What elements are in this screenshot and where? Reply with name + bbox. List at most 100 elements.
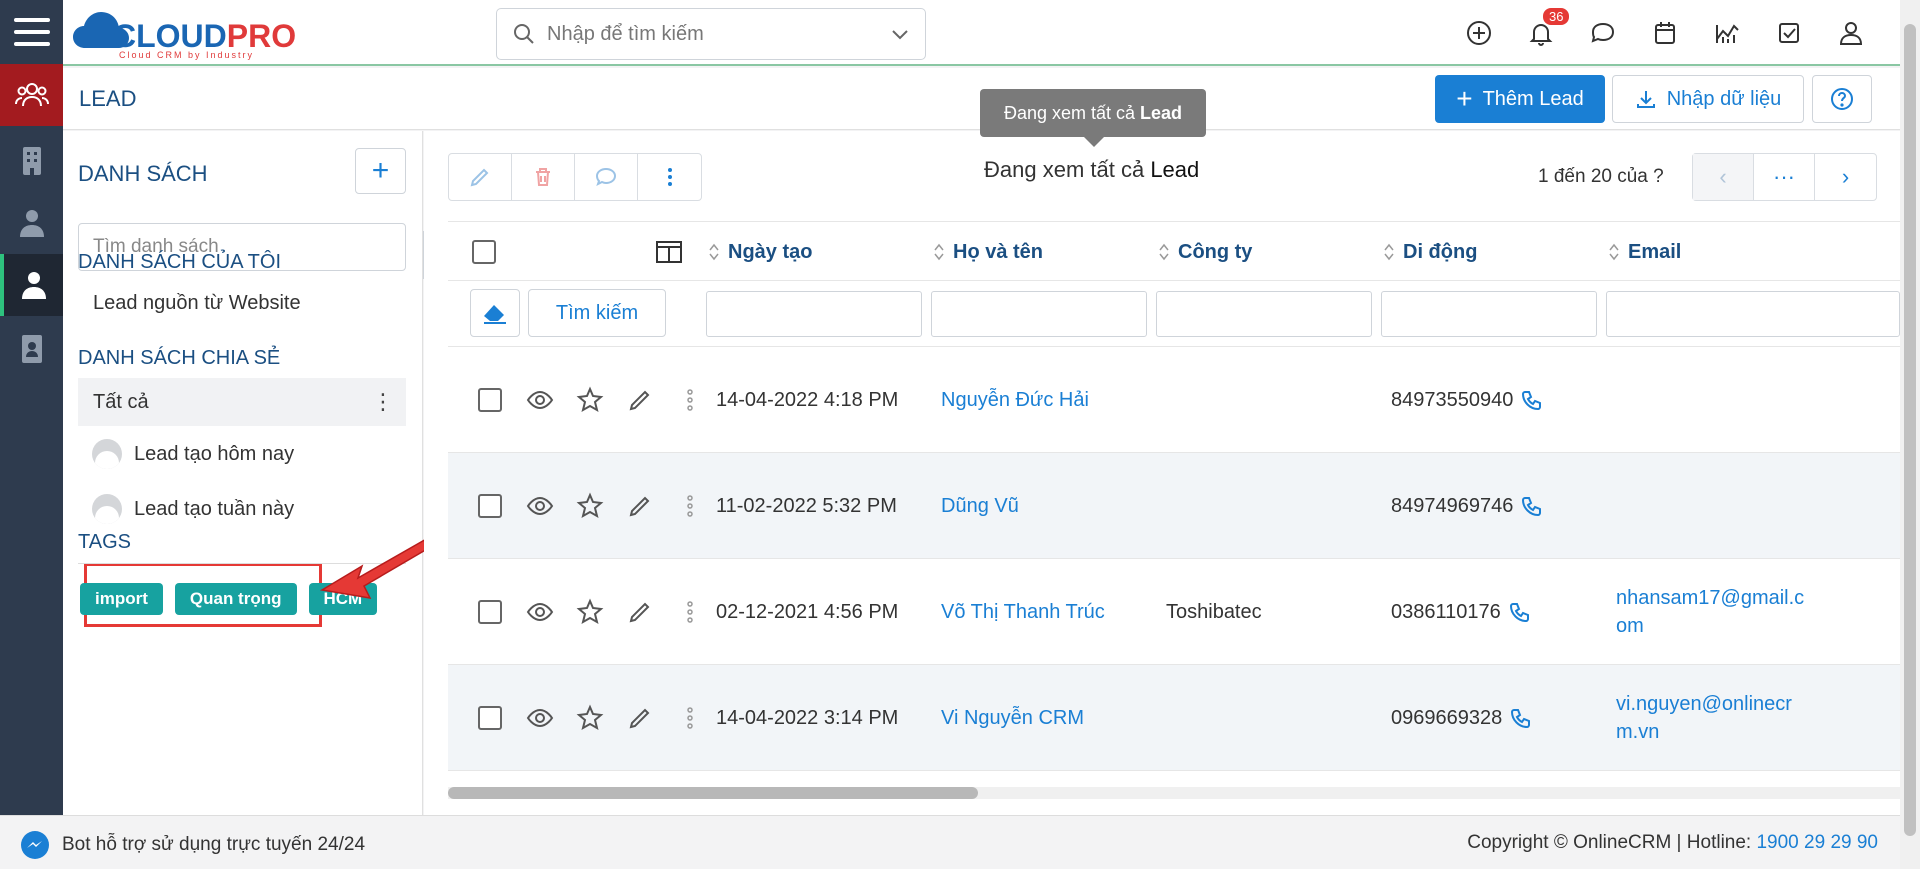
cell-full-name[interactable]: Vi Nguyễn CRM: [941, 665, 1084, 771]
columns-icon: [656, 241, 682, 263]
kebab-menu-icon[interactable]: [676, 386, 704, 414]
row-checkbox[interactable]: [478, 388, 502, 412]
clear-filters-button[interactable]: [470, 289, 520, 337]
star-icon[interactable]: [576, 598, 604, 626]
eye-icon[interactable]: [526, 386, 554, 414]
menu-toggle[interactable]: [0, 0, 63, 64]
rail-documents[interactable]: [0, 318, 63, 380]
column-mobile[interactable]: Di động: [1383, 222, 1477, 282]
chat-button[interactable]: [1572, 10, 1634, 56]
star-icon[interactable]: [576, 704, 604, 732]
filter-search-label: Tìm kiếm: [555, 301, 639, 324]
cell-email[interactable]: nhansam17@gmail.com: [1616, 559, 1812, 665]
kebab-menu-icon[interactable]: ⋮: [372, 391, 394, 413]
table-header: Ngày tạo Họ và tên Công ty Di động Email: [448, 221, 1900, 281]
filter-mobile-input[interactable]: [1381, 291, 1597, 337]
pencil-icon[interactable]: [626, 704, 654, 732]
column-chooser-button[interactable]: [656, 222, 682, 282]
list-item-label: Lead tạo tuần này: [134, 497, 295, 520]
tag-import[interactable]: import: [80, 583, 163, 615]
rail-organizations[interactable]: [0, 130, 63, 192]
notifications-button[interactable]: 36: [1510, 8, 1572, 56]
table-row[interactable]: 14-04-2022 3:14 PM Vi Nguyễn CRM 0969669…: [448, 665, 1900, 771]
plus-icon: +: [1456, 83, 1473, 114]
eye-icon[interactable]: [526, 704, 554, 732]
tasks-button[interactable]: [1758, 10, 1820, 56]
table-row[interactable]: 02-12-2021 4:56 PM Võ Thị Thanh Trúc Tos…: [448, 559, 1900, 665]
support-bot-link[interactable]: Bot hỗ trợ sử dụng trực tuyến 24/24: [20, 830, 365, 860]
kebab-menu-icon[interactable]: [676, 704, 704, 732]
list-item-all[interactable]: Tất cả ⋮: [78, 378, 406, 426]
row-checkbox[interactable]: [478, 600, 502, 624]
filter-email-input[interactable]: [1606, 291, 1900, 337]
prev-page-button[interactable]: ‹: [1693, 154, 1754, 200]
tag-important[interactable]: Quan trọng: [174, 583, 297, 615]
phone-icon[interactable]: [1521, 495, 1543, 517]
kebab-menu-icon[interactable]: [676, 492, 704, 520]
cell-full-name[interactable]: Dũng Vũ: [941, 453, 1019, 559]
eye-icon[interactable]: [526, 492, 554, 520]
calendar-button[interactable]: [1634, 10, 1696, 56]
help-button[interactable]: [1812, 75, 1872, 123]
quick-create-button[interactable]: [1448, 10, 1510, 56]
list-item-today-leads[interactable]: Lead tạo hôm nay: [78, 430, 406, 478]
row-select-cell: [478, 665, 502, 771]
cloudpro-logo[interactable]: CLOUDPRO Cloud CRM by Industry: [71, 6, 301, 60]
table-row[interactable]: 11-02-2022 5:32 PM Dũng Vũ 84974969746: [448, 453, 1900, 559]
rail-contacts[interactable]: [0, 192, 63, 254]
filter-created-date-input[interactable]: [706, 291, 922, 337]
ellipsis-icon: ···: [1773, 164, 1795, 189]
rail-leads[interactable]: [0, 254, 63, 316]
column-email[interactable]: Email: [1608, 222, 1681, 282]
column-full-name[interactable]: Họ và tên: [933, 222, 1043, 282]
import-data-button[interactable]: Nhập dữ liệu: [1612, 75, 1804, 123]
filter-company-input[interactable]: [1156, 291, 1372, 337]
horizontal-scrollbar[interactable]: [448, 787, 1900, 799]
add-lead-button[interactable]: + Thêm Lead: [1435, 75, 1605, 123]
phone-icon[interactable]: [1521, 389, 1543, 411]
cell-email[interactable]: [1616, 347, 1812, 453]
cell-email[interactable]: vi.nguyen@onlinecrm.vn: [1616, 665, 1812, 771]
cell-full-name[interactable]: Nguyễn Đức Hải: [941, 347, 1089, 453]
kebab-menu-icon: [667, 168, 672, 186]
reports-button[interactable]: [1696, 10, 1758, 56]
add-list-button[interactable]: +: [355, 148, 406, 194]
user-profile-button[interactable]: [1820, 10, 1882, 56]
pencil-icon[interactable]: [626, 492, 654, 520]
support-bot-text: Bot hỗ trợ sử dụng trực tuyến 24/24: [62, 834, 366, 855]
global-search-input[interactable]: Nhập để tìm kiếm: [496, 8, 926, 60]
chevron-down-icon[interactable]: [889, 23, 911, 45]
cell-full-name[interactable]: Võ Thị Thanh Trúc: [941, 559, 1105, 665]
vertical-scrollbar[interactable]: [1900, 0, 1920, 869]
filter-search-button[interactable]: Tìm kiếm: [528, 289, 666, 337]
cell-email[interactable]: [1616, 453, 1812, 559]
kebab-menu-icon[interactable]: [676, 598, 704, 626]
row-checkbox[interactable]: [478, 494, 502, 518]
column-company[interactable]: Công ty: [1158, 222, 1252, 282]
more-actions-button[interactable]: [638, 154, 701, 200]
pagination-total[interactable]: ?: [1653, 166, 1664, 187]
scrollbar-thumb[interactable]: [1904, 24, 1916, 836]
eye-icon[interactable]: [526, 598, 554, 626]
row-checkbox[interactable]: [478, 706, 502, 730]
delete-button[interactable]: [512, 154, 575, 200]
rail-leads-group[interactable]: [0, 64, 63, 126]
hotline-number[interactable]: 1900 29 29 90: [1756, 832, 1878, 853]
table-row[interactable]: 14-04-2022 4:18 PM Nguyễn Đức Hải 849735…: [448, 347, 1900, 453]
next-page-button[interactable]: ›: [1815, 154, 1876, 200]
star-icon[interactable]: [576, 386, 604, 414]
phone-icon[interactable]: [1509, 601, 1531, 623]
copyright-text: Copyright © OnlineCRM | Hotline:: [1467, 832, 1752, 853]
column-created-date[interactable]: Ngày tạo: [708, 222, 812, 282]
comment-button[interactable]: [575, 154, 638, 200]
scrollbar-thumb[interactable]: [448, 787, 978, 799]
select-all-checkbox[interactable]: [472, 240, 496, 264]
page-more-button[interactable]: ···: [1754, 154, 1815, 200]
phone-icon[interactable]: [1510, 707, 1532, 729]
filter-full-name-input[interactable]: [931, 291, 1147, 337]
list-item-website-leads[interactable]: Lead nguồn từ Website: [78, 279, 406, 327]
edit-button[interactable]: [449, 154, 512, 200]
pencil-icon[interactable]: [626, 598, 654, 626]
star-icon[interactable]: [576, 492, 604, 520]
pencil-icon[interactable]: [626, 386, 654, 414]
